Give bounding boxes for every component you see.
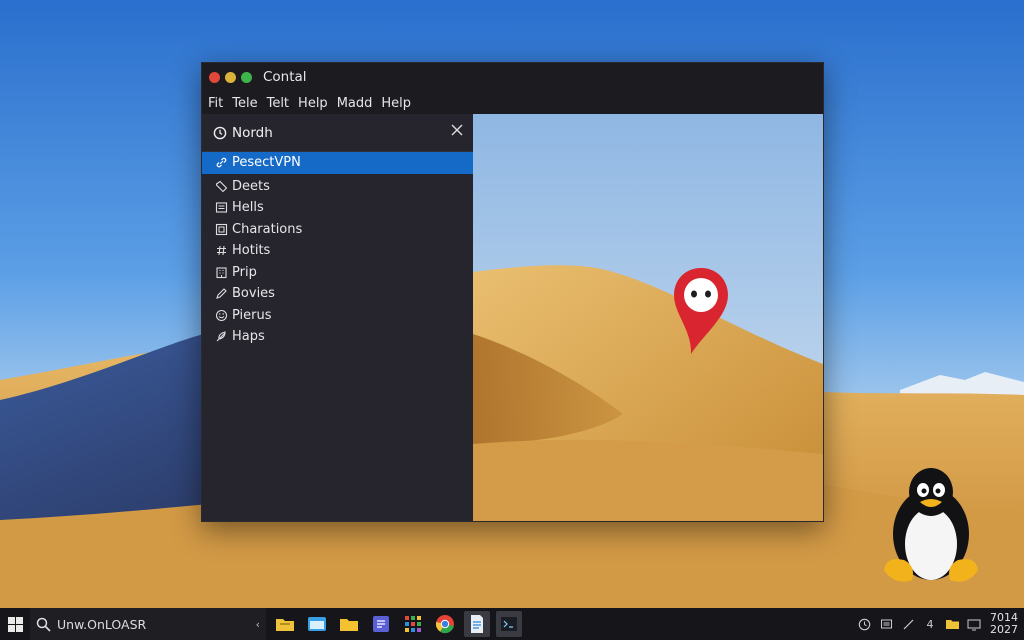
sidebar-item-label: Charations xyxy=(232,221,303,237)
network-icon[interactable] xyxy=(966,616,982,632)
minimize-window-button[interactable] xyxy=(225,71,236,83)
taskbar-app-chrome[interactable] xyxy=(432,611,458,637)
link-icon xyxy=(216,157,227,168)
system-clock[interactable]: 7014 2027 xyxy=(990,612,1018,636)
windows-logo-icon xyxy=(7,616,23,632)
sidebar-list: PesectVPN Deets Hells Charations Hotits … xyxy=(202,152,473,348)
sidebar-item-label: PesectVPN xyxy=(232,155,301,171)
feather-icon xyxy=(216,331,226,342)
taskbar-app-browser-blue[interactable] xyxy=(304,611,330,637)
sidebar-search[interactable]: Nordh xyxy=(202,114,473,152)
chrome-icon xyxy=(435,615,454,634)
building-icon xyxy=(216,267,227,278)
taskbar-app-grid[interactable] xyxy=(400,611,426,637)
sidebar-item-label: Deets xyxy=(232,178,270,194)
sidebar-item-label: Haps xyxy=(232,329,265,345)
clock-icon xyxy=(213,126,227,139)
sidebar-item-hotits[interactable]: Hotits xyxy=(202,240,473,262)
menu-help-2[interactable]: Help xyxy=(381,96,411,111)
sidebar-item-pierus[interactable]: Pierus xyxy=(202,305,473,327)
folder-icon xyxy=(276,619,294,631)
start-button[interactable] xyxy=(0,608,30,640)
sidebar-item-charations[interactable]: Charations xyxy=(202,219,473,241)
sidebar-item-label: Hells xyxy=(232,200,264,216)
taskbar: Unw.OnLOASR ‹ 4 7014 2027 xyxy=(0,608,1024,640)
clock-icon[interactable] xyxy=(856,616,872,632)
window-title: Contal xyxy=(263,69,307,85)
sidebar-item-pesectvpn[interactable]: PesectVPN xyxy=(202,152,473,174)
taskbar-app-folder-yellow[interactable] xyxy=(272,611,298,637)
taskbar-app-notes[interactable] xyxy=(464,611,490,637)
maximize-window-button[interactable] xyxy=(241,71,252,83)
pen-icon[interactable] xyxy=(900,616,916,632)
sidebar-item-label: Prip xyxy=(232,264,257,280)
app-grid-icon xyxy=(405,616,421,632)
close-window-button[interactable] xyxy=(209,71,220,83)
sidebar-item-label: Hotits xyxy=(232,243,271,259)
app-window: Contal Fit Tele Telt Help Madd Help Nord… xyxy=(201,62,824,522)
sidebar-search-label: Nordh xyxy=(232,124,273,141)
menu-tele[interactable]: Tele xyxy=(232,96,257,111)
sidebar-item-haps[interactable]: Haps xyxy=(202,326,473,348)
menu-telt[interactable]: Telt xyxy=(267,96,289,111)
taskbar-search[interactable]: Unw.OnLOASR ‹ xyxy=(30,608,266,640)
clock-date: 2027 xyxy=(990,623,1018,636)
hash-icon xyxy=(217,246,226,256)
document-icon xyxy=(471,615,483,633)
menu-bar: Fit Tele Telt Help Madd Help xyxy=(202,91,823,115)
terminal-icon xyxy=(501,617,517,631)
sidebar-item-prip[interactable]: Prip xyxy=(202,262,473,284)
sidebar-item-label: Bovies xyxy=(232,286,275,302)
folder-icon[interactable] xyxy=(944,616,960,632)
map-preview[interactable] xyxy=(473,114,823,521)
close-icon[interactable] xyxy=(450,123,464,137)
menu-madd[interactable]: Madd xyxy=(337,96,373,111)
window-app-icon xyxy=(308,617,326,631)
taskbar-search-text: Unw.OnLOASR xyxy=(57,616,147,632)
document-app-icon xyxy=(373,616,389,632)
sidebar: Nordh PesectVPN Deets Hells Charations H… xyxy=(202,114,473,521)
tux-penguin-icon xyxy=(884,468,978,582)
system-tray: 4 7014 2027 xyxy=(850,608,1018,640)
taskbar-app-terminal[interactable] xyxy=(496,611,522,637)
sidebar-item-bovies[interactable]: Bovies xyxy=(202,283,473,305)
sidebar-item-hells[interactable]: Hells xyxy=(202,197,473,219)
sidebar-item-deets[interactable]: Deets xyxy=(202,176,473,198)
search-icon xyxy=(36,617,51,632)
pen-icon xyxy=(216,288,227,300)
title-bar: Contal xyxy=(202,63,823,91)
taskbar-app-purple[interactable] xyxy=(368,611,394,637)
sidebar-item-label: Pierus xyxy=(232,307,272,323)
list-icon xyxy=(215,202,228,213)
folder-icon xyxy=(340,619,358,631)
tag-icon xyxy=(215,180,228,193)
box-icon xyxy=(215,223,228,235)
menu-help[interactable]: Help xyxy=(298,96,328,111)
display-icon[interactable] xyxy=(878,616,894,632)
location-pin-icon[interactable] xyxy=(670,264,732,360)
smile-icon xyxy=(215,309,228,321)
menu-fit[interactable]: Fit xyxy=(208,96,223,111)
tray-number[interactable]: 4 xyxy=(922,616,938,632)
chevron-left-icon[interactable]: ‹ xyxy=(256,618,260,631)
taskbar-app-file-explorer[interactable] xyxy=(336,611,362,637)
